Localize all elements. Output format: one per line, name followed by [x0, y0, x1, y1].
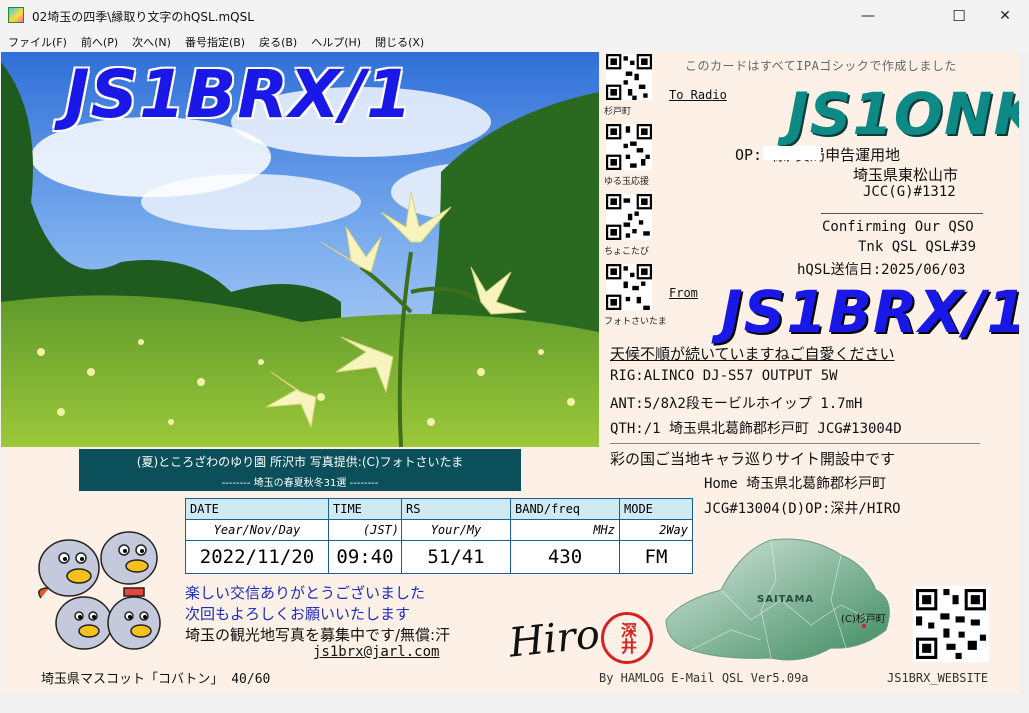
log-header-date: DATE: [185, 498, 329, 520]
menu-goto-number[interactable]: 番号指定(B): [177, 32, 245, 52]
log-sub-time: (JST): [328, 519, 402, 541]
jcg-op-line: JCG#13004(D)OP:深井/HIRO: [704, 501, 901, 517]
qth-line: QTH:/1 埼玉県北葛飾郡杉戸町 JCG#13004D: [610, 421, 902, 437]
qth-jcc: JCC(G)#1312: [863, 184, 956, 200]
qr-code-sugito[interactable]: [606, 54, 652, 100]
thanks-line-1: 楽しい交信ありがとうございました: [185, 584, 426, 602]
log-value-date: 2022/11/20: [185, 540, 329, 574]
close-button[interactable]: ✕: [982, 0, 1028, 32]
menu-bar: ファイル(F) 前へ(P) 次へ(N) 番号指定(B) 戻る(B) ヘルプ(H)…: [0, 32, 1029, 52]
log-sub-band: MHz: [510, 519, 620, 541]
log-header-mode: MODE: [619, 498, 693, 520]
website-qr-code[interactable]: [913, 586, 989, 662]
menu-back[interactable]: 戻る(B): [251, 32, 297, 52]
log-header-rs: RS: [401, 498, 511, 520]
qsl-card: JS1BRX/1 (夏)ところざわのゆり園 所沢市 写真提供:(C)フォトさいた…: [1, 52, 1019, 694]
title-bar: 02埼玉の四季\縁取り文字のhQSL.mQSL — ☐ ✕: [0, 0, 1029, 32]
log-header-band: BAND/freq: [510, 498, 620, 520]
sent-date: hQSL送信日:2025/06/03: [797, 262, 966, 278]
qr-label-yurutama: ゆる玉応援: [604, 177, 650, 187]
vertical-scrollbar[interactable]: [1019, 52, 1029, 694]
qr-code-yurutama[interactable]: [606, 124, 652, 170]
tnk-qsl-number: Tnk QSL QSL#39: [858, 239, 977, 255]
menu-next[interactable]: 次へ(N): [124, 32, 171, 52]
photo-wanted-line: 埼玉の観光地写真を募集中です/無償:汗: [185, 626, 451, 644]
thanks-line-2: 次回もよろしくお願いいたします: [185, 605, 411, 623]
log-value-row: 2022/11/20 09:40 51/41 430 FM: [185, 540, 693, 574]
to-callsign: JS1ONK: [787, 80, 1019, 148]
redacted-name: [763, 146, 821, 160]
log-header-row: DATE TIME RS BAND/freq MODE: [185, 498, 693, 520]
menu-prev[interactable]: 前へ(P): [73, 32, 118, 52]
main-callsign: JS1BRX/1: [65, 56, 414, 133]
minimize-button[interactable]: —: [845, 0, 891, 32]
from-callsign: JS1BRX/1: [721, 278, 1019, 346]
map-label: SAITAMA: [757, 594, 815, 605]
divider-confirm: [821, 213, 983, 214]
mascot-caption: 埼玉県マスコット「コバトン」 40/60: [41, 672, 271, 687]
log-header-time: TIME: [328, 498, 402, 520]
log-value-time: 09:40: [328, 540, 402, 574]
ant-line: ANT:5/8λ2段モービルホイップ 1.7mH: [610, 396, 863, 412]
qr-code-photo-saitama[interactable]: [606, 264, 652, 310]
handwritten-signature: Hiro: [506, 611, 603, 667]
rig-line: RIG:ALINCO DJ-S57 OUTPUT 5W: [610, 368, 838, 384]
menu-close[interactable]: 閉じる(X): [367, 32, 424, 52]
qr-code-chokotabi[interactable]: [606, 194, 652, 240]
log-sub-row: Year/Nov/Day (JST) Your/My MHz 2Way: [185, 519, 693, 541]
name-seal: 深井: [601, 612, 653, 664]
qr-label-sugito: 杉戸町: [604, 107, 632, 117]
kobaton-mascot-illustration: [38, 531, 161, 650]
email-link[interactable]: js1brx@jarl.com: [313, 644, 439, 660]
menu-file[interactable]: ファイル(F): [0, 32, 67, 52]
from-label: From: [669, 286, 698, 300]
menu-help[interactable]: ヘルプ(H): [303, 32, 361, 52]
log-value-rs: 51/41: [401, 540, 511, 574]
horizontal-scrollbar[interactable]: [0, 694, 1029, 713]
home-line: Home 埼玉県北葛飾郡杉戸町: [704, 476, 887, 492]
window-title: 02埼玉の四季\縁取り文字のhQSL.mQSL: [32, 10, 254, 24]
photo-caption-box: (夏)ところざわのゆり園 所沢市 写真提供:(C)フォトさいたま -------…: [79, 449, 521, 491]
to-radio-label: To Radio: [669, 88, 727, 102]
site-note: 彩の国ご当地キャラ巡りサイト開設中です: [610, 450, 896, 468]
qr-label-chokotabi: ちょこたび: [604, 247, 650, 257]
log-sub-date: Year/Nov/Day: [185, 519, 329, 541]
qr-label-photo-saitama: フォトさいたま: [604, 317, 667, 327]
confirm-text: Confirming Our QSO: [822, 219, 974, 235]
map-town-label: (C)杉戸町: [841, 614, 886, 625]
qso-log-table: DATE TIME RS BAND/freq MODE Year/Nov/Day…: [185, 498, 693, 574]
maximize-button[interactable]: ☐: [936, 0, 982, 32]
photo-caption-sub: -------- 埼玉の春夏秋冬31選 --------: [221, 478, 379, 489]
website-link[interactable]: JS1BRX_WEBSITE: [887, 671, 988, 685]
map-location-marker: [862, 624, 866, 628]
photo-caption: (夏)ところざわのゆり園 所沢市 写真提供:(C)フォトさいたま: [136, 455, 464, 469]
qth-city: 埼玉県東松山市: [853, 166, 959, 184]
divider-site: [610, 443, 980, 444]
app-icon: [8, 7, 24, 23]
hamlog-credit: By HAMLOG E-Mail QSL Ver5.09a: [599, 671, 809, 685]
font-note: このカードはすべてIPAゴシックで作成しました: [685, 59, 957, 73]
log-sub-rs: Your/My: [401, 519, 511, 541]
log-value-band: 430: [510, 540, 620, 574]
weather-message: 天候不順が続いていますねご自愛ください: [610, 345, 895, 363]
